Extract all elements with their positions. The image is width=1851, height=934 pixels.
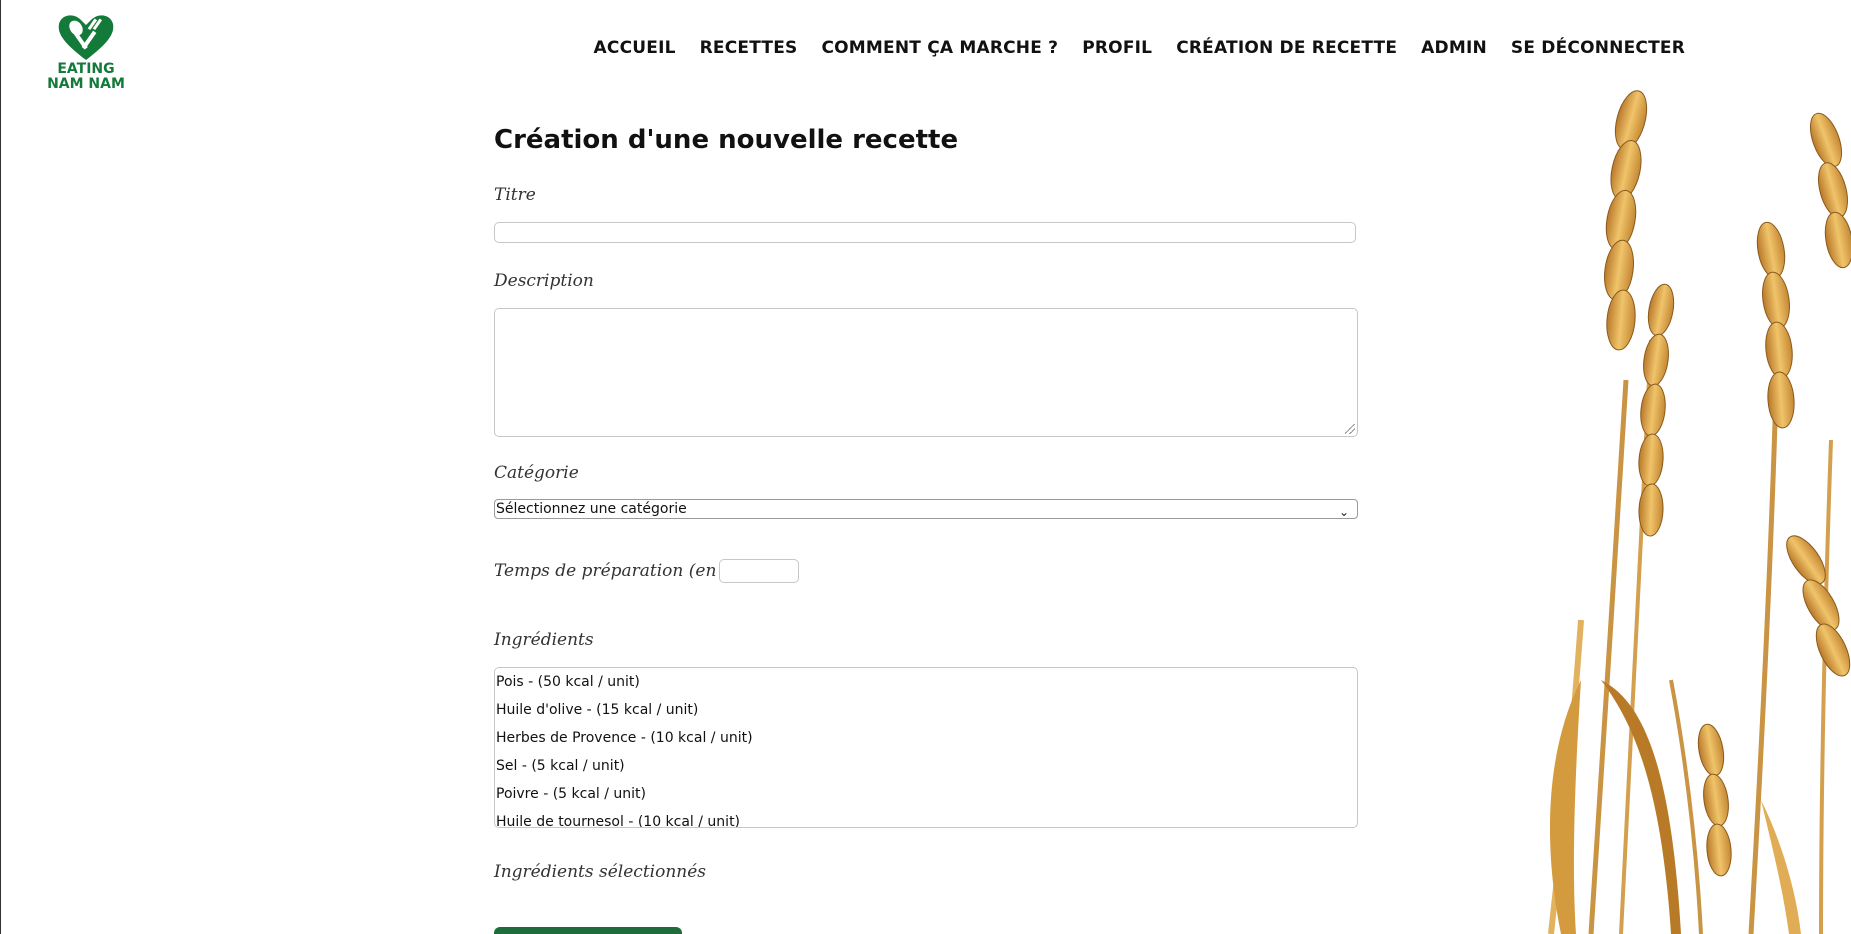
resize-grip-icon[interactable] [1345,424,1355,434]
ingredients-listbox[interactable]: Pois - (50 kcal / unit) Huile d'olive - … [494,667,1358,828]
nav-creation-recette[interactable]: CRÉATION DE RECETTE [1176,38,1397,58]
nav-comment-ca-marche[interactable]: COMMENT ÇA MARCHE ? [821,38,1058,58]
nav-recettes[interactable]: RECETTES [700,38,798,58]
titre-label: Titre [494,185,536,205]
description-textarea[interactable] [494,308,1358,437]
titre-input[interactable] [494,222,1356,243]
ingredient-option[interactable]: Huile de tournesol - (10 kcal / unit) [495,808,1357,827]
categorie-selected-value: Sélectionnez une catégorie [496,501,687,517]
nav-accueil[interactable]: ACCUEIL [594,38,676,58]
description-label: Description [494,271,594,291]
ingredient-option[interactable]: Pois - (50 kcal / unit) [495,668,1357,696]
nav-admin[interactable]: ADMIN [1421,38,1487,58]
temps-input[interactable] [719,559,799,583]
recipe-form: Création d'une nouvelle recette Titre De… [494,125,1358,934]
ingredients-label: Ingrédients [494,630,594,650]
ingredient-option[interactable]: Huile d'olive - (15 kcal / unit) [495,696,1357,724]
heart-fork-spoon-icon [58,15,114,60]
logo-line-1: EATING [57,61,115,77]
page-title: Création d'une nouvelle recette [494,125,959,155]
wheat-decoration-image [1521,60,1851,934]
main-navigation: ACCUEIL RECETTES COMMENT ÇA MARCHE ? PRO… [570,38,1685,58]
selected-ingredients-label: Ingrédients sélectionnés [494,862,707,882]
ingredient-option[interactable]: Herbes de Provence - (10 kcal / unit) [495,724,1357,752]
chevron-down-icon: ⌄ [1338,505,1349,519]
site-logo[interactable]: EATING NAM NAM [46,12,126,92]
nav-se-deconnecter[interactable]: SE DÉCONNECTER [1511,38,1685,58]
ingredient-option[interactable]: Poivre - (5 kcal / unit) [495,780,1357,808]
nav-profil[interactable]: PROFIL [1082,38,1152,58]
window-edge [0,0,1,934]
categorie-select[interactable]: Sélectionnez une catégorie ⌄ [494,499,1358,519]
submit-button[interactable] [494,927,682,934]
categorie-label: Catégorie [494,463,579,483]
logo-line-2: NAM NAM [47,76,125,92]
ingredient-option[interactable]: Sel - (5 kcal / unit) [495,752,1357,780]
